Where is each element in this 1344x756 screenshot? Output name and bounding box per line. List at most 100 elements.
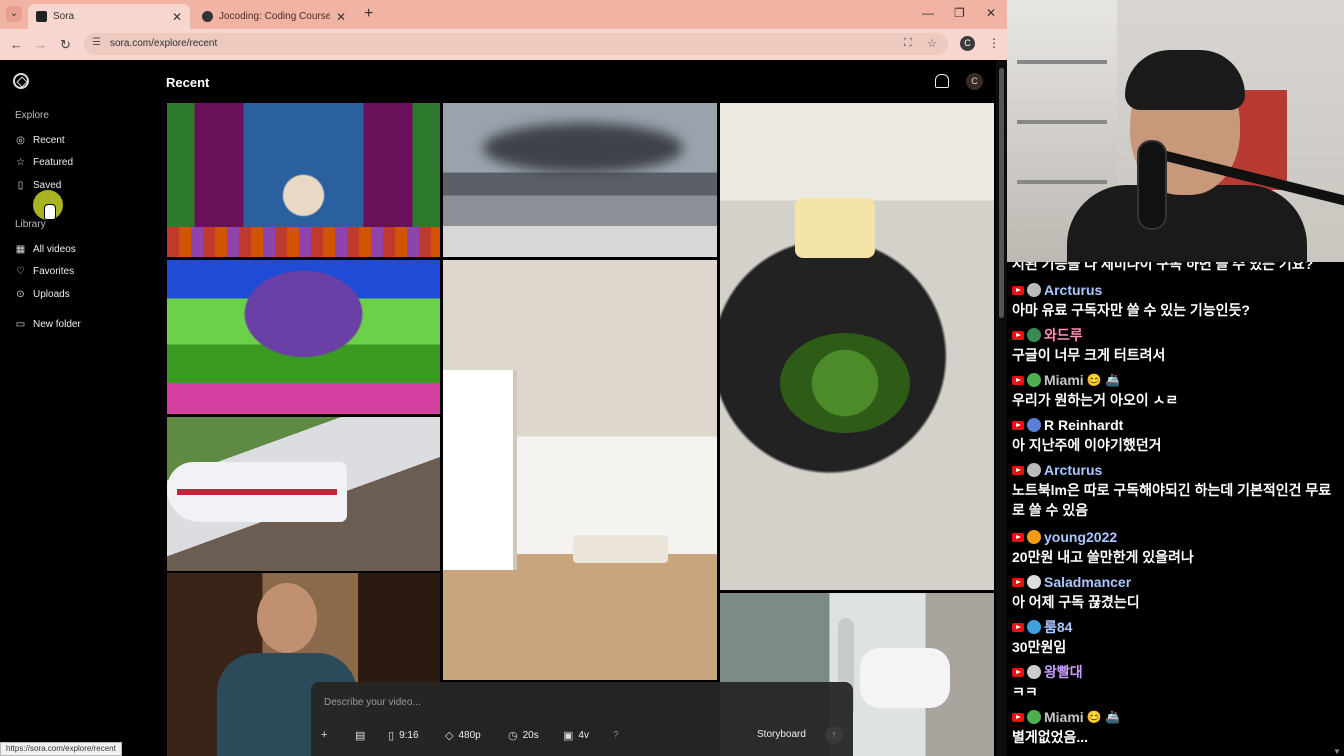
chat-author-name: Miami — [1044, 372, 1084, 388]
close-tab-icon[interactable]: ✕ — [172, 10, 182, 24]
variations-value: 4v — [578, 729, 589, 741]
sidebar-item-recent[interactable]: ◎ Recent — [8, 129, 148, 151]
chat-avatar — [1027, 530, 1041, 544]
chat-author-name: Miami — [1044, 709, 1084, 725]
address-bar[interactable]: ☰ sora.com/explore/recent ⛶ ☆ — [84, 33, 948, 55]
microphone-icon — [1137, 140, 1167, 230]
forward-icon[interactable]: → — [34, 37, 47, 52]
duration-button[interactable]: ◷ 20s — [508, 726, 539, 744]
chat-message-text: 우리가 원하는거 아오이 ㅅㄹ — [1012, 392, 1179, 408]
chat-author-row: Miami 😊 🚢 — [1012, 370, 1337, 390]
chat-scrollbar[interactable] — [1333, 262, 1342, 756]
youtube-icon — [1012, 577, 1024, 587]
video-prompt-composer: Describe your video... + ▤ ▯ 9:16 ◇ 480p… — [311, 682, 853, 756]
minimize-icon[interactable]: — — [922, 6, 934, 20]
site-info-icon[interactable]: ☰ — [92, 37, 101, 48]
address-url[interactable]: sora.com/explore/recent — [110, 38, 217, 49]
submit-arrow-icon[interactable]: ↑ — [825, 726, 843, 744]
sora-logo-icon[interactable] — [13, 73, 29, 89]
chat-message-text: 별게없었음... — [1012, 729, 1089, 745]
user-avatar[interactable]: C — [966, 73, 983, 90]
chat-message-text: 아 어제 구독 끊겼는디 — [1012, 594, 1140, 610]
chat-author-name: Saladmancer — [1044, 574, 1132, 590]
chat-author-name: Arcturus — [1044, 282, 1103, 298]
chat-author-row: Arcturus — [1012, 460, 1337, 480]
star-icon: ☆ — [16, 156, 25, 168]
page-scrollbar[interactable] — [996, 60, 1007, 756]
sora-app: Explore ◎ Recent ☆ Featured ▯ Saved Libr… — [0, 60, 996, 756]
sidebar-item-label: New folder — [33, 318, 81, 330]
chat-message: Miami 😊 🚢 우리가 원하는거 아오이 ㅅㄹ — [1012, 370, 1337, 410]
sidebar-item-label: Featured — [33, 156, 74, 168]
sidebar-item-uploads[interactable]: ⊙ Uploads — [8, 283, 148, 305]
sidebar-item-saved[interactable]: ▯ Saved — [8, 174, 148, 196]
tab-sora[interactable]: Sora ✕ — [28, 4, 190, 29]
plus-icon: + — [321, 729, 328, 741]
sidebar-item-new-folder[interactable]: ▭ New folder — [8, 313, 148, 335]
sidebar-item-all-videos[interactable]: ▦ All videos — [8, 238, 148, 260]
video-thumbnail-empty-room[interactable] — [443, 260, 717, 680]
phone-portrait-icon: ▯ — [388, 729, 395, 742]
add-media-button[interactable]: + — [321, 726, 327, 744]
sidebar-item-featured[interactable]: ☆ Featured — [8, 151, 148, 173]
prompt-input[interactable]: Describe your video... — [324, 697, 421, 708]
close-window-icon[interactable]: ✕ — [986, 6, 996, 20]
back-icon[interactable]: ← — [10, 37, 23, 52]
sidebar-item-label: Saved — [33, 179, 62, 191]
chat-avatar — [1027, 283, 1041, 297]
mouse-pointer-icon — [44, 204, 56, 220]
video-thumbnail-elephant-stage[interactable] — [167, 103, 440, 257]
chat-avatar — [1027, 328, 1041, 342]
sidebar-item-favorites[interactable]: ♡ Favorites — [8, 260, 148, 282]
chat-avatar — [1027, 665, 1041, 679]
browser-tab-bar: ⌄ Sora ✕ Jocoding: Coding Courses & A ✕ … — [0, 0, 1007, 29]
video-thumbnail-factory-smoke[interactable] — [443, 103, 717, 257]
translate-icon[interactable]: ⛶ — [904, 37, 912, 50]
chat-message-text: 노트북lm은 따로 구독해야되긴 하는데 기본적인건 무료로 쓸 수 있음 — [1012, 482, 1332, 518]
scrollbar-thumb[interactable] — [999, 68, 1004, 318]
video-thumbnail-bullet-train[interactable] — [167, 417, 440, 571]
restore-icon[interactable]: ❐ — [954, 6, 965, 20]
sidebar-item-label: Recent — [33, 134, 65, 146]
webcam-video — [1007, 0, 1344, 262]
chat-author-row: Miami 😊 🚢 — [1012, 707, 1337, 727]
notification-bell-icon[interactable] — [935, 74, 949, 88]
aspect-ratio-button[interactable]: ▯ 9:16 — [388, 726, 419, 744]
bookmark-star-icon[interactable]: ☆ — [927, 37, 937, 50]
tab-search-dropdown-icon[interactable]: ⌄ — [6, 6, 22, 22]
variations-button[interactable]: ▣ 4v — [563, 726, 589, 744]
chat-avatar — [1027, 463, 1041, 477]
youtube-icon — [1012, 532, 1024, 542]
storyboard-button[interactable]: Storyboard — [757, 726, 806, 744]
close-tab-icon[interactable]: ✕ — [336, 10, 346, 24]
chat-message-text: 20만원 내고 쓸만한게 있을려나 — [1012, 549, 1194, 565]
chat-author-name: Arcturus — [1044, 462, 1103, 478]
reload-icon[interactable]: ↻ — [60, 37, 71, 53]
chat-avatar — [1027, 710, 1041, 724]
chat-message: Miami 😊 🚢 별게없었음... — [1012, 707, 1337, 747]
video-thumbnail-cooking-ingredients[interactable] — [720, 103, 994, 590]
sidebar-item-label: Favorites — [33, 265, 75, 277]
chat-author-name: 왕빨대 — [1044, 664, 1083, 680]
preset-button[interactable]: ▤ — [355, 726, 365, 744]
youtube-icon — [1012, 285, 1024, 295]
chat-author-name: R Reinhardt — [1044, 417, 1124, 433]
chat-message-text: 구글이 너무 크게 터트려서 — [1012, 347, 1166, 363]
resolution-button[interactable]: ◇ 480p — [445, 726, 481, 744]
youtube-icon — [1012, 375, 1024, 385]
chat-author-row: R Reinhardt — [1012, 415, 1337, 435]
new-tab-icon[interactable]: + — [364, 5, 373, 23]
tab-title: Jocoding: Coding Courses & A — [219, 11, 330, 22]
youtube-icon — [1012, 420, 1024, 430]
profile-avatar[interactable]: C — [960, 36, 975, 51]
chat-message: 왕빨대 ㅋㅋ — [1012, 662, 1337, 702]
explore-section-title: Explore — [15, 110, 49, 121]
compass-icon: ◎ — [16, 134, 25, 146]
browser-menu-icon[interactable]: ⋮ — [988, 36, 1000, 50]
video-thumbnail-psychedelic-tree[interactable] — [167, 260, 440, 414]
help-button[interactable]: ? — [613, 726, 619, 744]
tab-jocoding[interactable]: Jocoding: Coding Courses & A ✕ — [194, 4, 354, 29]
chat-author-row: Saladmancer — [1012, 572, 1337, 592]
preset-icon: ▤ — [355, 729, 366, 742]
jocoding-favicon-icon — [202, 11, 213, 22]
